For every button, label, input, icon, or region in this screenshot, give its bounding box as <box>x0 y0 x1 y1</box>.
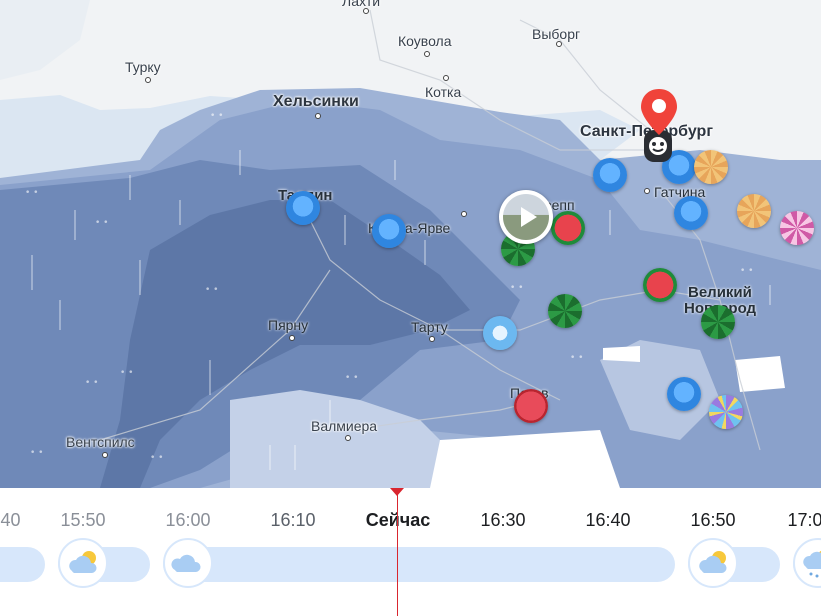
precip-bar <box>163 547 675 582</box>
umbrella-marker-icon[interactable] <box>548 294 582 328</box>
svg-text:• •: • • <box>740 266 753 276</box>
city-dot <box>315 113 321 119</box>
umbrella-marker-icon[interactable] <box>372 214 406 248</box>
svg-text:• •: • • <box>345 373 358 383</box>
city-dot <box>289 335 295 341</box>
svg-text:• •: • • <box>120 368 133 378</box>
umbrella-marker-icon[interactable] <box>551 211 585 245</box>
umbrella-marker-icon[interactable] <box>643 268 677 302</box>
umbrella-marker-icon[interactable] <box>780 211 814 245</box>
umbrella-marker-icon[interactable] <box>701 305 735 339</box>
svg-text:• •: • • <box>95 218 108 228</box>
umbrella-marker-icon[interactable] <box>667 377 701 411</box>
umbrella-marker-icon[interactable] <box>593 158 627 192</box>
svg-text:• •: • • <box>25 188 38 198</box>
svg-text:• •: • • <box>210 111 223 121</box>
partly-cloudy-icon[interactable] <box>58 538 108 588</box>
city-dot <box>556 41 562 47</box>
svg-text:• •: • • <box>510 283 523 293</box>
umbrella-marker-icon[interactable] <box>709 395 743 429</box>
video-thumbnail <box>503 194 549 240</box>
city-tartu[interactable]: Тарту <box>411 319 448 335</box>
umbrella-marker-icon[interactable] <box>286 191 320 225</box>
svg-text:• •: • • <box>150 453 163 463</box>
svg-text:• •: • • <box>30 448 43 458</box>
city-dot <box>429 336 435 342</box>
city-turku[interactable]: Турку <box>125 59 161 75</box>
svg-text:• •: • • <box>570 353 583 363</box>
umbrella-marker-icon[interactable] <box>694 150 728 184</box>
map-base: • • • • • • • • • • • • • • • • • • • • • • • • <box>0 0 821 488</box>
time-label[interactable]: 16:00 <box>165 510 210 531</box>
time-label[interactable]: 16:30 <box>480 510 525 531</box>
city-parnu[interactable]: Пярну <box>268 317 308 333</box>
cloudy-icon[interactable] <box>163 538 213 588</box>
city-kotka[interactable]: Котка <box>425 84 461 100</box>
city-dot <box>424 51 430 57</box>
time-label[interactable]: 15:40 <box>0 510 21 531</box>
precip-bar <box>0 547 45 582</box>
current-time-marker[interactable] <box>390 488 404 496</box>
partly-cloudy-icon[interactable] <box>688 538 738 588</box>
city-ventspils[interactable]: Вентспилс <box>66 434 135 450</box>
time-label[interactable]: 17:00 <box>787 510 821 531</box>
city-kouvola[interactable]: Коувола <box>398 33 452 49</box>
city-dot <box>145 77 151 83</box>
city-vyborg[interactable]: Выборг <box>532 26 580 42</box>
umbrella-marker-icon[interactable] <box>514 389 548 423</box>
play-icon <box>521 207 537 227</box>
time-label[interactable]: 16:50 <box>690 510 735 531</box>
time-label[interactable]: 16:10 <box>270 510 315 531</box>
city-dot <box>102 452 108 458</box>
umbrella-marker-icon[interactable] <box>483 316 517 350</box>
city-helsinki[interactable]: Хельсинки <box>273 93 359 111</box>
city-dot <box>644 188 650 194</box>
city-dot <box>443 75 449 81</box>
time-label[interactable]: 15:50 <box>60 510 105 531</box>
precipitation-map[interactable]: • • • • • • • • • • • • • • • • • • • • • • • • … <box>0 0 821 488</box>
umbrella-marker-icon[interactable] <box>737 194 771 228</box>
svg-text:• •: • • <box>205 285 218 295</box>
city-dot <box>345 435 351 441</box>
cloudy-rain-icon[interactable] <box>793 538 821 588</box>
umbrella-marker-icon[interactable] <box>674 196 708 230</box>
location-pin-icon[interactable] <box>639 87 679 137</box>
video-play-button[interactable] <box>499 190 553 244</box>
time-label[interactable]: 16:40 <box>585 510 630 531</box>
city-dot <box>461 211 467 217</box>
current-time-line <box>397 488 398 616</box>
city-novgorod-line1[interactable]: Великий <box>688 284 752 301</box>
city-valmiera[interactable]: Валмиера <box>311 418 377 434</box>
time-label-now[interactable]: Сейчас <box>366 510 431 531</box>
svg-text:• •: • • <box>85 378 98 388</box>
forecast-timeline[interactable]: 15:40 15:50 16:00 16:10 Сейчас 16:30 16:… <box>0 488 821 616</box>
city-lahti[interactable]: Лахти <box>342 0 380 9</box>
